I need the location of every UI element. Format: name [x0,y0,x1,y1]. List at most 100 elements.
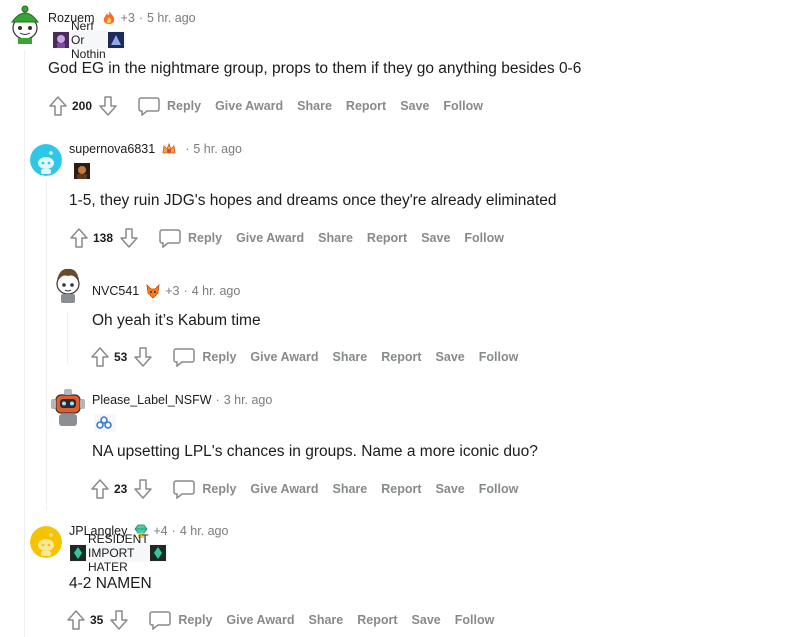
avatar[interactable] [30,144,62,176]
reply-button[interactable]: Reply [159,228,222,248]
comment-meta: NVC541 +3 · 4 hr. ago [92,282,240,300]
author-name[interactable]: supernova6831 [69,142,155,156]
follow-button[interactable]: Follow [464,231,504,245]
follow-button[interactable]: Follow [479,482,519,496]
award-count[interactable]: +4 [153,524,167,538]
downvote-arrow-icon [120,228,138,248]
vote-score: 23 [114,482,128,496]
comment-body: NA upsetting LPL's chances in groups. Na… [92,443,538,460]
avatar[interactable] [50,385,86,427]
follow-button[interactable]: Follow [443,99,483,113]
reply-button[interactable]: Reply [173,479,236,499]
timestamp[interactable]: 5 hr. ago [147,11,196,25]
upvote-arrow-icon [70,228,88,248]
reply-label: Reply [178,613,213,627]
timestamp[interactable]: 4 hr. ago [180,524,229,538]
award-fox-icon[interactable] [145,283,161,299]
separator-dot: · [185,142,190,156]
thread-line-level2[interactable] [46,180,47,510]
follow-button[interactable]: Follow [479,350,519,364]
timestamp[interactable]: 4 hr. ago [192,284,241,298]
author-name[interactable]: NVC541 [92,284,139,298]
save-button[interactable]: Save [436,482,465,496]
vote-score: 35 [90,613,104,627]
report-button[interactable]: Report [381,350,421,364]
timestamp[interactable]: 5 hr. ago [193,142,242,156]
speech-bubble-icon [138,97,160,116]
report-button[interactable]: Report [381,482,421,496]
downvote-button[interactable] [109,609,129,631]
downvote-button[interactable] [133,346,153,368]
separator-dot: · [215,393,220,407]
save-button[interactable]: Save [412,613,441,627]
comment-actions: 200 Reply Give Award Share Report Save F… [48,94,483,118]
downvote-arrow-icon [134,347,153,367]
author-name[interactable]: Please_Label_NSFW [92,393,212,407]
flair-text: RESIDENT IMPORT HATER [88,532,149,574]
give-award-button[interactable]: Give Award [250,482,318,496]
reply-button[interactable]: Reply [173,347,236,367]
comment-body: 1-5, they ruin JDG's hopes and dreams on… [69,192,557,209]
upvote-button[interactable] [66,609,86,631]
report-button[interactable]: Report [346,99,386,113]
reply-button[interactable]: Reply [149,610,212,630]
share-button[interactable]: Share [333,350,368,364]
downvote-button[interactable] [98,95,118,117]
share-button[interactable]: Share [309,613,344,627]
user-flair [74,162,92,180]
save-button[interactable]: Save [436,350,465,364]
comment-body: Oh yeah it’s Kabum time [92,312,261,329]
give-award-button[interactable]: Give Award [226,613,294,627]
award-count[interactable]: +3 [165,284,179,298]
downvote-arrow-icon [99,96,117,116]
give-award-button[interactable]: Give Award [236,231,304,245]
user-flair: RESIDENT IMPORT HATER [70,532,169,574]
avatar[interactable] [52,264,84,304]
downvote-arrow-icon [110,610,129,630]
speech-bubble-icon [173,348,196,367]
flair-left-image-icon [53,32,69,48]
flair-right-emblem-icon [150,545,167,561]
speech-bubble-icon [173,480,196,499]
user-flair [94,414,116,432]
follow-button[interactable]: Follow [455,613,495,627]
share-button[interactable]: Share [333,482,368,496]
give-award-button[interactable]: Give Award [250,350,318,364]
report-button[interactable]: Report [357,613,397,627]
award-count[interactable]: +3 [121,11,135,25]
save-button[interactable]: Save [421,231,450,245]
comment-body: 4-2 NAMEN [69,575,152,592]
save-button[interactable]: Save [400,99,429,113]
thread-line-root[interactable] [24,50,25,637]
flair-text: Nerf Or Nothin [71,19,106,61]
report-button[interactable]: Report [367,231,407,245]
upvote-button[interactable] [48,95,68,117]
flair-right-image-icon [107,32,124,48]
vote-score: 138 [93,231,114,245]
avatar[interactable] [8,4,42,44]
give-award-button[interactable]: Give Award [215,99,283,113]
upvote-button[interactable] [90,346,110,368]
comment-actions: 138 Reply Give Award Share Report Save F… [69,226,504,250]
upvote-arrow-icon [91,479,109,499]
cloud-team-logo-icon [94,415,114,431]
share-button[interactable]: Share [318,231,353,245]
upvote-arrow-icon [67,610,85,630]
avatar[interactable] [30,526,62,558]
timestamp[interactable]: 3 hr. ago [224,393,273,407]
upvote-button[interactable] [90,478,110,500]
separator-dot: · [171,524,176,538]
user-flair: Nerf Or Nothin [53,19,126,61]
downvote-arrow-icon [134,479,153,499]
comment-actions: 35 Reply Give Award Share Report Save Fo… [66,608,494,632]
upvote-button[interactable] [69,227,89,249]
thread-line-level3[interactable] [67,312,68,364]
share-button[interactable]: Share [297,99,332,113]
comment-actions: 53 Reply Give Award Share Report Save Fo… [90,345,518,369]
downvote-button[interactable] [133,478,153,500]
downvote-button[interactable] [119,227,139,249]
upvote-arrow-icon [49,96,67,116]
award-crown-icon[interactable] [161,141,177,157]
reply-button[interactable]: Reply [138,96,201,116]
reply-label: Reply [202,482,237,496]
